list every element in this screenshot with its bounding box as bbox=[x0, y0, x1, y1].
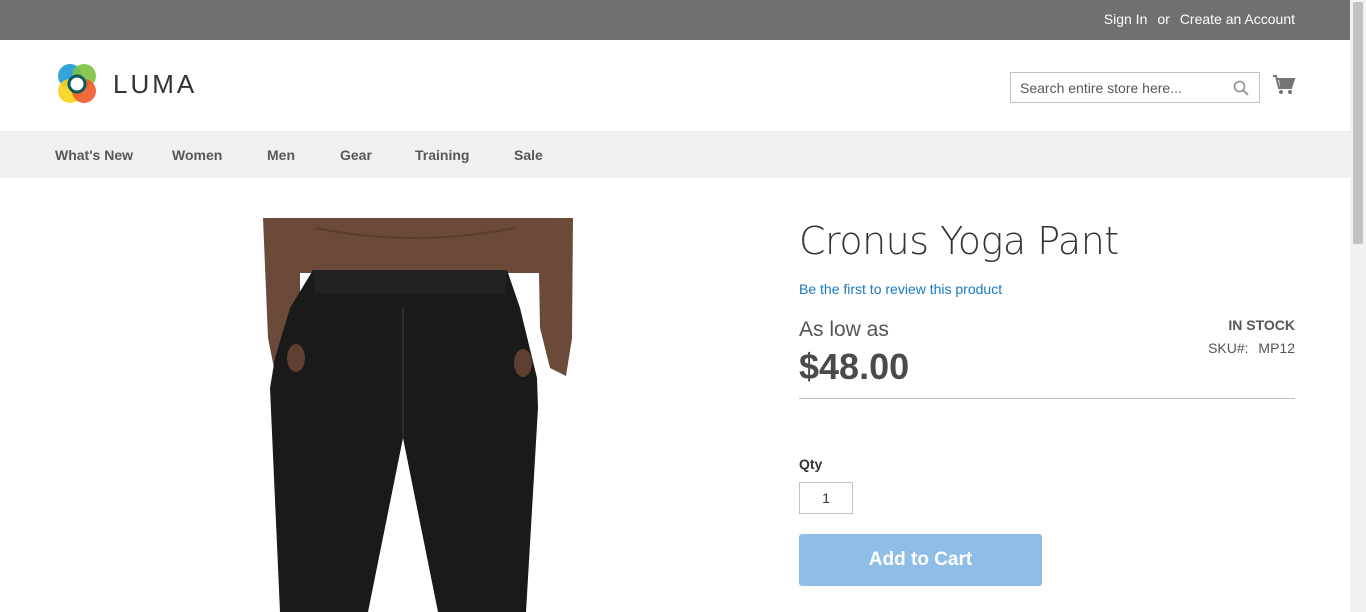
nav-item-gear[interactable]: Gear bbox=[340, 147, 415, 163]
search-icon[interactable] bbox=[1233, 80, 1249, 96]
nav-item-label[interactable]: Men bbox=[267, 147, 295, 163]
search-box bbox=[1010, 72, 1260, 103]
sku-label: SKU#: bbox=[1208, 340, 1249, 356]
product-title: Cronus Yoga Pant bbox=[799, 219, 1119, 263]
create-account-link[interactable]: Create an Account bbox=[1180, 11, 1295, 27]
sku: SKU#: MP12 bbox=[1208, 340, 1295, 356]
nav-item-women[interactable]: Women bbox=[172, 147, 267, 163]
stock-status: IN STOCK bbox=[1228, 317, 1295, 333]
divider bbox=[799, 398, 1295, 399]
logo-text: LUMA bbox=[113, 68, 198, 99]
scrollbar-thumb[interactable] bbox=[1353, 2, 1363, 244]
logo[interactable]: LUMA bbox=[55, 62, 197, 106]
nav-item-label[interactable]: Women bbox=[172, 147, 222, 163]
product-info: Cronus Yoga Pant Be the first to review … bbox=[799, 218, 1295, 586]
cart-icon[interactable] bbox=[1272, 74, 1296, 96]
account-links: Sign In or Create an Account bbox=[1104, 11, 1295, 27]
nav-item-label[interactable]: Gear bbox=[340, 147, 372, 163]
luma-logo-icon bbox=[58, 64, 96, 103]
nav-item-label[interactable]: Training bbox=[415, 147, 469, 163]
product-price: $48.00 bbox=[799, 346, 910, 387]
main-navigation: What's New Women Men Gear Training Sale bbox=[0, 131, 1350, 178]
sku-value: MP12 bbox=[1258, 340, 1295, 356]
nav-item-label[interactable]: What's New bbox=[55, 147, 133, 163]
nav-item-training[interactable]: Training bbox=[415, 147, 514, 163]
product-photo bbox=[263, 218, 573, 612]
search-input[interactable] bbox=[1011, 73, 1221, 102]
price-label: As low as bbox=[799, 318, 889, 341]
site-header: LUMA bbox=[0, 40, 1350, 131]
or-separator: or bbox=[1157, 11, 1170, 27]
sign-in-link[interactable]: Sign In bbox=[1104, 11, 1148, 27]
product-image[interactable] bbox=[100, 218, 720, 612]
nav-item-men[interactable]: Men bbox=[267, 147, 340, 163]
top-bar: Sign In or Create an Account bbox=[0, 0, 1350, 40]
nav-item-sale[interactable]: Sale bbox=[514, 147, 543, 163]
nav-item-label[interactable]: Sale bbox=[514, 147, 543, 163]
qty-input[interactable] bbox=[799, 482, 853, 514]
add-to-cart-button[interactable]: Add to Cart bbox=[799, 534, 1042, 586]
qty-label: Qty bbox=[799, 456, 823, 472]
page-scrollbar[interactable] bbox=[1350, 0, 1366, 612]
review-link[interactable]: Be the first to review this product bbox=[799, 281, 1002, 297]
nav-item-whats-new[interactable]: What's New bbox=[55, 147, 172, 163]
